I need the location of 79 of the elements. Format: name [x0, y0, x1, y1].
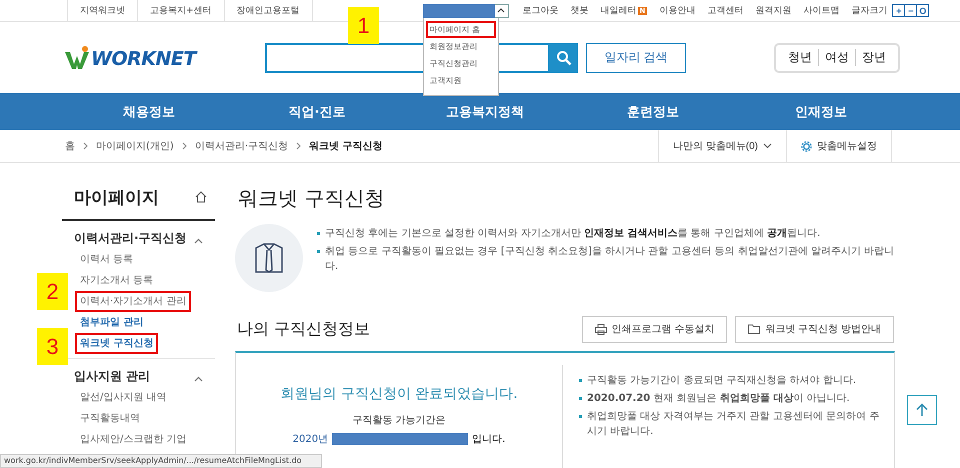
print-button[interactable]: 인쇄프로그램 수동설치 [582, 316, 728, 342]
period-label: 구직활동 가능기간은 [352, 414, 446, 427]
printer-icon [594, 324, 607, 334]
chevron-up-icon [194, 376, 203, 382]
search-icon [556, 50, 572, 66]
chevron-right-icon [182, 142, 187, 150]
annotation-marker: 3 [37, 328, 68, 365]
sidebar-item[interactable]: 이력서 등록 [75, 249, 138, 270]
audience-link[interactable]: 장년 [855, 49, 892, 66]
sidebar-section-title[interactable]: 이력서관리·구직신청 [74, 230, 187, 246]
font-size-button[interactable]: + [892, 4, 906, 17]
nav-item[interactable]: 직업·진로 [233, 102, 401, 120]
sidebar-item[interactable]: 입사제안/스크랩한 기업 [75, 429, 192, 450]
nav-item[interactable]: 인재정보 [737, 102, 905, 120]
utility-link[interactable]: 내일레터 [600, 4, 637, 17]
complete-message: 회원님의 구직신청이 완료되었습니다. [280, 385, 518, 403]
notice-text: 취업 등으로 구직활동이 필요없는 경우 [구직신청 취소요청]을 하시거나 관할 고용센터 등의 취업알선기관에 알려주시기 바랍니다. [315, 244, 897, 274]
chevron-up-icon [194, 238, 203, 244]
sidebar-item[interactable]: 첨부파일 관리 [75, 312, 148, 333]
logo[interactable]: WORKNET [65, 46, 265, 70]
font-size-button[interactable]: − [904, 4, 918, 17]
chevron-up-icon [497, 8, 506, 13]
nav-item[interactable]: 고용복지정책 [401, 102, 569, 120]
menu-item[interactable]: 구직신청관리 [426, 54, 496, 72]
sidebar-item[interactable]: 이력서·자기소개서 관리 [75, 291, 192, 312]
breadcrumb-link[interactable]: 이력서관리·구직신청 [194, 139, 288, 153]
guide-text: 2020.07.20 현재 회원님은 취업희망풀 대상이 아닙니다. [577, 391, 880, 406]
font-size-button[interactable]: O [916, 4, 930, 17]
arrow-up-icon [916, 403, 928, 417]
utility-link[interactable]: 사이트맵 [803, 4, 840, 17]
section-title: 나의 구직신청정보 [237, 318, 370, 340]
period-suffix: 입니다. [472, 433, 506, 446]
sidebar-item[interactable]: 구직활동내역 [75, 408, 145, 429]
sidebar-item[interactable]: 자기소개서 등록 [75, 270, 158, 291]
sidebar-title: 마이페이지 [74, 186, 159, 208]
audience-link[interactable]: 청년 [782, 49, 818, 66]
utility-link[interactable]: 챗봇 [570, 4, 589, 17]
guide-button[interactable]: 워크넷 구직신청 방법안내 [735, 316, 894, 342]
notice-text: 구직신청 후에는 기본으로 설정한 이력서와 자기소개서만 인재정보 검색서비스를 통해 구인업체에 공개됩니다. [315, 226, 897, 241]
job-search-button[interactable]: 일자리 검색 [586, 42, 686, 72]
menu-settings-button[interactable]: 맞춤메뉴설정 [786, 130, 892, 162]
utility-link[interactable]: 로그아웃 [522, 4, 559, 17]
annotation-marker: 1 [348, 7, 379, 44]
audience-link[interactable]: 여성 [818, 49, 855, 66]
breadcrumb-link[interactable]: 홈 [65, 139, 75, 153]
guide-text: 구직활동 가능기간이 종료되면 구직재신청을 하셔야 합니다. [577, 373, 880, 388]
breadcrumb-link[interactable]: 워크넷 구직신청 [309, 139, 382, 153]
utility-link[interactable]: 원격지원 [755, 4, 792, 17]
home-icon[interactable] [195, 191, 207, 203]
gear-icon [801, 140, 812, 152]
utility-link[interactable]: 이용안내 [659, 4, 696, 17]
dropdown-toggle[interactable] [494, 4, 509, 18]
folder-icon [748, 324, 760, 334]
font-size-label: 글자크기 [851, 5, 888, 17]
search-button[interactable] [550, 42, 578, 72]
utility-link[interactable]: 고객센터 [707, 4, 744, 17]
shirt-icon [254, 242, 284, 274]
chevron-right-icon [83, 142, 88, 150]
utility-link[interactable]: 고용복지+센터 [137, 0, 224, 21]
sidebar-section-title[interactable]: 입사지원 관리 [74, 368, 150, 384]
sidebar-item[interactable]: 워크넷 구직신청 [75, 333, 158, 354]
utility-link[interactable]: 장애인고용포털 [224, 0, 313, 21]
sidebar-item[interactable]: 알선/입사지원 내역 [75, 387, 172, 408]
utility-link[interactable]: 지역워크넷 [67, 0, 137, 21]
page-title: 워크넷 구직신청 [238, 185, 386, 212]
breadcrumb-link[interactable]: 마이페이지(개인) [96, 139, 174, 153]
scroll-top-button[interactable] [907, 395, 937, 425]
status-bar: work.go.kr/indivMemberSrv/seekApplyAdmin/.../resumeAtchFileMngList.do [0, 454, 322, 468]
annotation-marker: 2 [37, 273, 68, 310]
guide-text: 취업희망풀 대상 자격여부는 거주지 관할 고용센터에 문의하여 주시기 바랍니다. [577, 409, 880, 439]
period-year: 2020년 [292, 433, 328, 446]
chevron-down-icon [763, 143, 772, 149]
menu-item[interactable]: 마이페이지 홈 [426, 20, 496, 38]
nav-item[interactable]: 채용정보 [65, 102, 233, 120]
menu-item[interactable]: 고객지원 [426, 72, 496, 88]
logo-mark-icon [65, 46, 91, 70]
chevron-right-icon [296, 142, 301, 150]
menu-item[interactable]: 회원정보관리 [426, 38, 496, 54]
nav-item[interactable]: 훈련정보 [569, 102, 737, 120]
